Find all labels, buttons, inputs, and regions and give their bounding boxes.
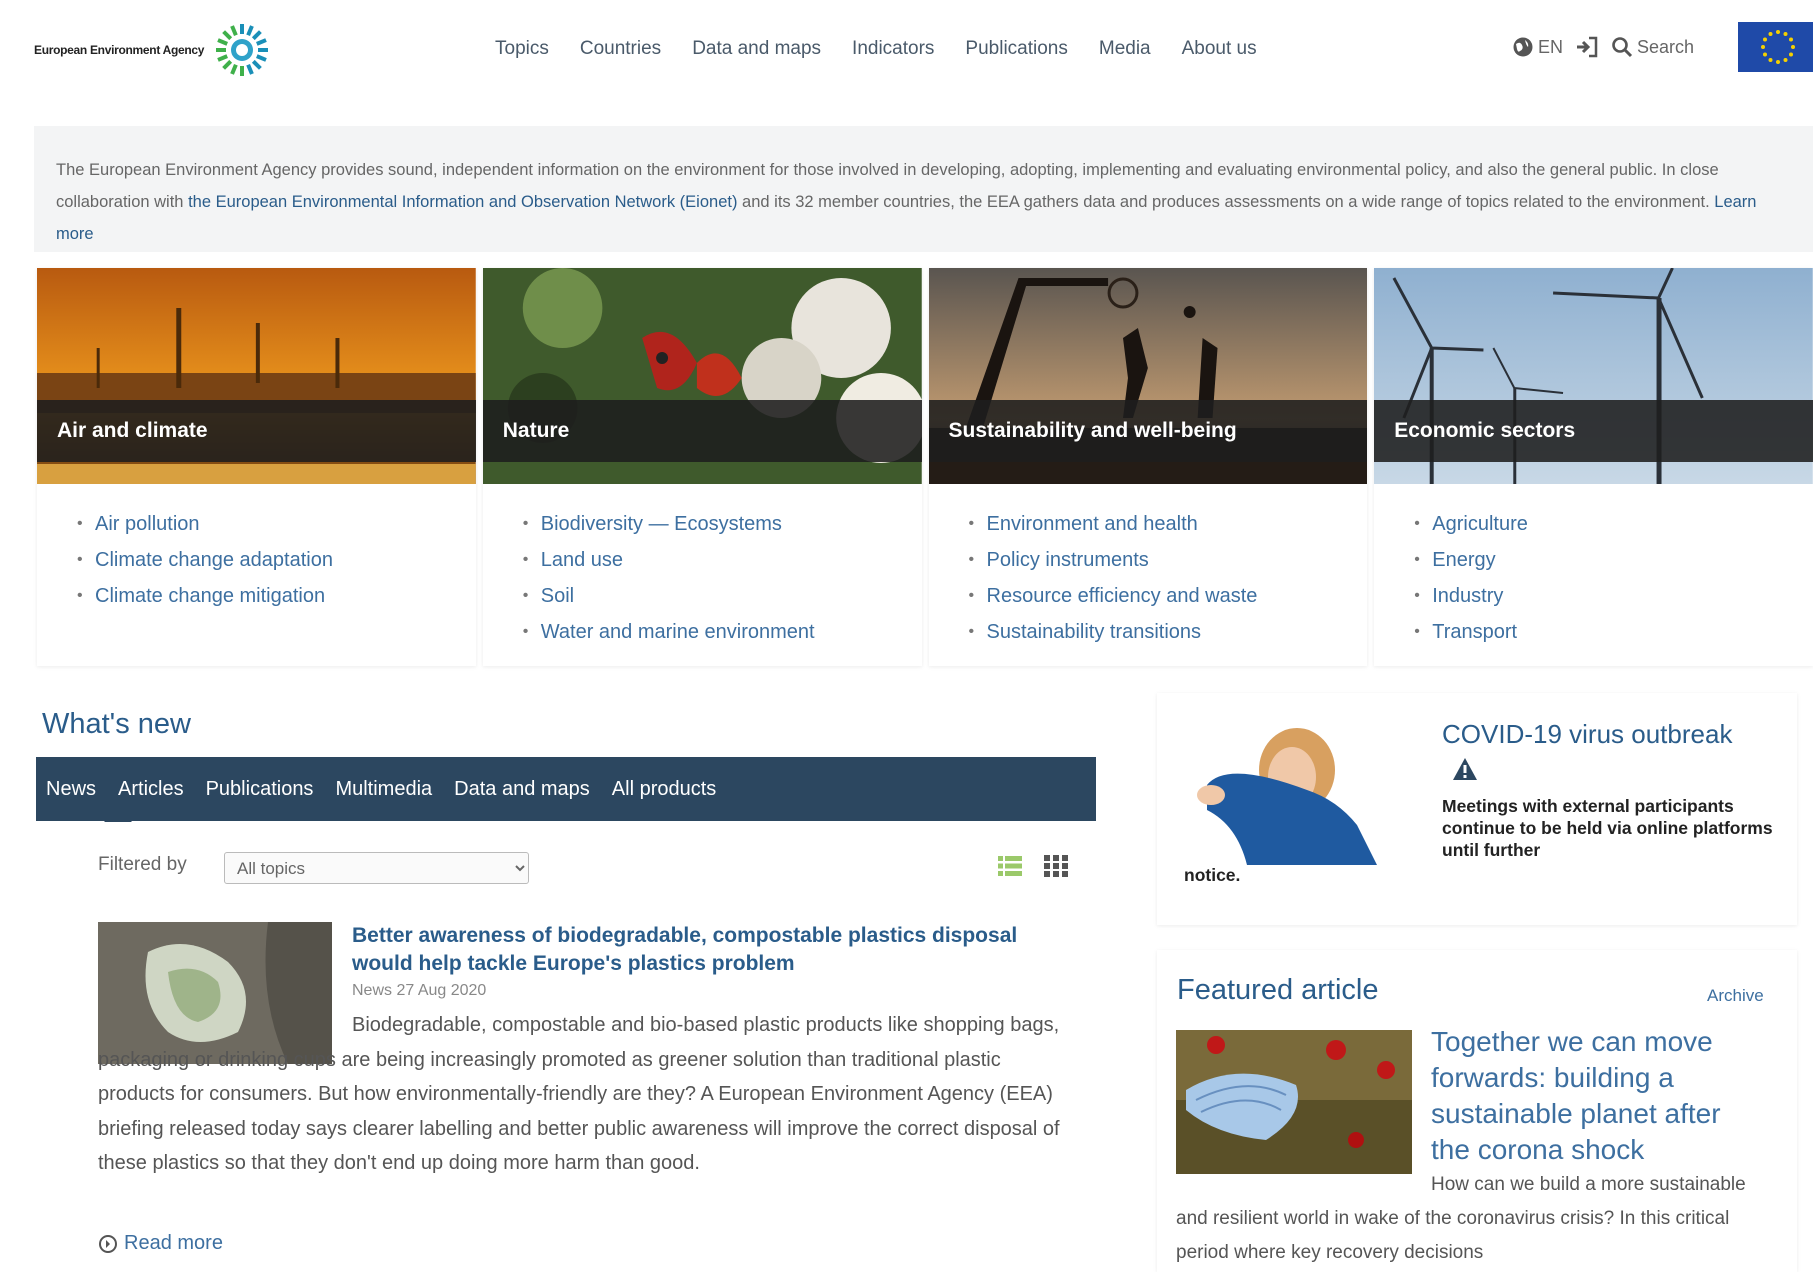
sustainability-image[interactable]: Sustainability and well-being <box>928 268 1368 484</box>
read-more-link[interactable]: Read more <box>98 1232 223 1255</box>
nav-media[interactable]: Media <box>1099 38 1151 60</box>
topic-link[interactable]: Industry <box>1414 578 1813 614</box>
nav-countries[interactable]: Countries <box>580 38 661 60</box>
nav-about-us[interactable]: About us <box>1182 38 1257 60</box>
nav-publications[interactable]: Publications <box>965 38 1067 60</box>
site-header: European Environment Agency Topics Count… <box>0 0 1813 100</box>
covid-notice-panel: COVID-19 virus outbreak Meetings with ex… <box>1157 693 1797 925</box>
arrow-circle-icon <box>99 1234 117 1253</box>
topic-link[interactable]: Water and marine environment <box>523 614 922 650</box>
featured-heading: Featured article <box>1177 974 1379 1006</box>
topic-link[interactable]: Land use <box>523 542 922 578</box>
topic-link[interactable]: Policy instruments <box>969 542 1368 578</box>
intro-panel: The European Environment Agency provides… <box>34 126 1813 252</box>
topic-title[interactable]: Economic sectors <box>1374 400 1813 462</box>
topic-link-list: Biodiversity — Ecosystems Land use Soil … <box>483 484 922 650</box>
whats-new-panel: Filtered by All topics Better awareness … <box>82 822 1082 1272</box>
topic-link[interactable]: Transport <box>1414 614 1813 650</box>
nav-topics[interactable]: Topics <box>495 38 549 60</box>
brand-name: European Environment Agency <box>34 43 205 57</box>
news-meta: News 27 Aug 2020 <box>352 982 487 999</box>
topic-cards: Air and climate Air pollution Climate ch… <box>37 268 1813 666</box>
topic-link-list: Air pollution Climate change adaptation … <box>37 484 476 614</box>
tab-all-products[interactable]: All products <box>612 778 717 801</box>
topic-title[interactable]: Sustainability and well-being <box>928 400 1368 462</box>
topic-link-list: Environment and health Policy instrument… <box>929 484 1368 650</box>
read-more-label: Read more <box>124 1232 223 1254</box>
search-label: Search <box>1637 36 1695 57</box>
top-nav: Topics Countries Data and maps Indicator… <box>495 38 1257 60</box>
login-icon[interactable] <box>1575 36 1599 58</box>
globe-icon <box>1513 37 1533 57</box>
topic-link[interactable]: Air pollution <box>77 506 476 542</box>
tab-publications[interactable]: Publications <box>206 778 314 801</box>
topic-link[interactable]: Environment and health <box>969 506 1368 542</box>
tab-articles[interactable]: Articles <box>118 778 184 801</box>
grid-view-icon[interactable] <box>1042 852 1070 880</box>
language-selector[interactable]: EN <box>1512 36 1563 58</box>
air-climate-image[interactable]: Air and climate <box>37 268 476 484</box>
language-label: EN <box>1538 36 1564 57</box>
tab-data-and-maps[interactable]: Data and maps <box>454 778 590 801</box>
tab-news[interactable]: News <box>46 778 96 801</box>
eionet-link[interactable]: the European Environmental Information a… <box>188 193 737 211</box>
covid-message-end: notice. <box>1184 865 1241 885</box>
topic-link[interactable]: Climate change adaptation <box>77 542 476 578</box>
list-view-icon[interactable] <box>996 852 1024 880</box>
topic-card-sustainability: Sustainability and well-being Environmen… <box>928 268 1368 666</box>
header-utilities: EN Search <box>1512 36 1694 58</box>
covid-title[interactable]: COVID-19 virus outbreak <box>1442 719 1732 750</box>
topic-card-economic-sectors: Economic sectors Agriculture Energy Indu… <box>1374 268 1813 666</box>
eea-logo-icon <box>216 24 269 76</box>
nature-image[interactable]: Nature <box>482 268 922 484</box>
whats-new-tabs: News Articles Publications Multimedia Da… <box>36 757 1096 835</box>
news-title-link[interactable]: Better awareness of biodegradable, compo… <box>352 922 1072 978</box>
topic-title[interactable]: Air and climate <box>37 400 476 462</box>
search-icon <box>1612 37 1633 58</box>
economic-sectors-image[interactable]: Economic sectors <box>1374 268 1813 484</box>
featured-image[interactable] <box>1176 1030 1412 1174</box>
covid-message: Meetings with external participants cont… <box>1442 796 1773 860</box>
topic-link[interactable]: Biodiversity — Ecosystems <box>523 506 922 542</box>
topic-link[interactable]: Resource efficiency and waste <box>969 578 1368 614</box>
brand[interactable]: European Environment Agency <box>34 22 270 78</box>
covid-image[interactable] <box>1187 715 1387 865</box>
nav-data-and-maps[interactable]: Data and maps <box>692 38 821 60</box>
topic-link[interactable]: Soil <box>523 578 922 614</box>
topic-title[interactable]: Nature <box>482 400 922 462</box>
topic-card-air-and-climate: Air and climate Air pollution Climate ch… <box>37 268 476 666</box>
topic-link[interactable]: Energy <box>1414 542 1813 578</box>
topic-link-list: Agriculture Energy Industry Transport <box>1374 484 1813 650</box>
whats-new-heading: What's new <box>42 708 191 740</box>
news-summary: Biodegradable, compostable and bio-based… <box>98 1014 1060 1174</box>
featured-summary: How can we build a more sustainable and … <box>1176 1174 1746 1263</box>
nav-indicators[interactable]: Indicators <box>852 38 934 60</box>
search-link[interactable]: Search <box>1611 36 1694 58</box>
archive-link[interactable]: Archive <box>1707 986 1764 1006</box>
intro-text-2: and its 32 member countries, the EEA gat… <box>737 193 1715 211</box>
topic-filter-select[interactable]: All topics <box>224 852 529 884</box>
warning-icon <box>1453 758 1477 780</box>
eu-flag-icon <box>1738 22 1813 72</box>
filter-label: Filtered by <box>98 854 187 875</box>
topic-link[interactable]: Climate change mitigation <box>77 578 476 614</box>
featured-article-panel: Featured article Archive Together we can… <box>1157 950 1797 1272</box>
tab-multimedia[interactable]: Multimedia <box>335 778 432 801</box>
topic-link[interactable]: Agriculture <box>1414 506 1813 542</box>
featured-headline-link[interactable]: Together we can move forwards: building … <box>1431 1024 1761 1168</box>
topic-card-nature: Nature Biodiversity — Ecosystems Land us… <box>482 268 922 666</box>
topic-link[interactable]: Sustainability transitions <box>969 614 1368 650</box>
